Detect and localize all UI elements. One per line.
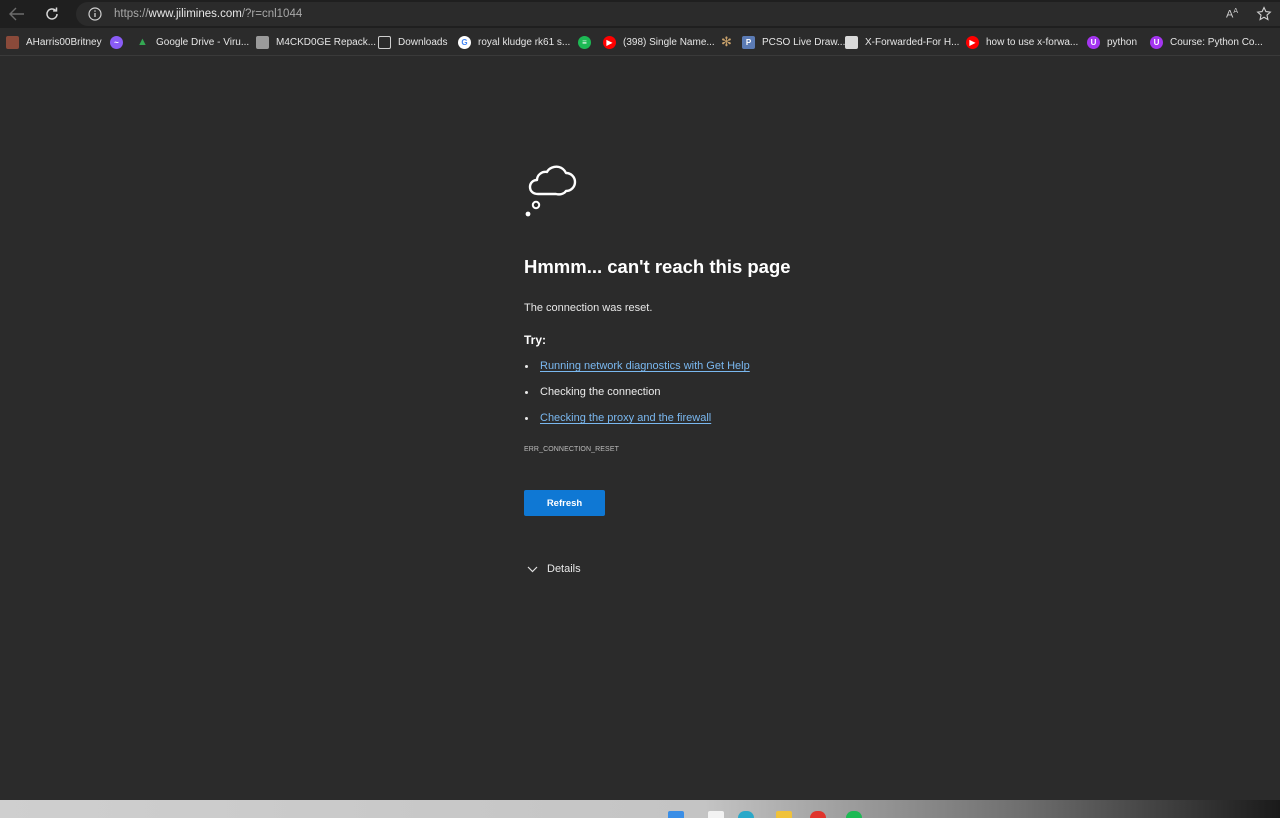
google-drive-icon: ▲ bbox=[137, 36, 148, 48]
site-icon bbox=[256, 35, 269, 49]
spotify-icon[interactable] bbox=[846, 811, 862, 818]
file-explorer-icon[interactable] bbox=[776, 811, 792, 818]
udemy-icon: U bbox=[1087, 35, 1100, 49]
favorite-label: Course: Python Co... bbox=[1170, 36, 1263, 48]
url-host: www.jilimines.com bbox=[148, 8, 242, 20]
suggestion-list: Running network diagnostics with Get Hel… bbox=[524, 356, 750, 434]
favorite-label: Google Drive - Viru... bbox=[156, 36, 250, 48]
suggestion-item: Checking the connection bbox=[524, 382, 750, 408]
favorite-item[interactable]: Groyal kludge rk61 s... bbox=[458, 34, 570, 50]
back-button[interactable] bbox=[6, 4, 28, 24]
favorite-label: (398) Single Name... bbox=[623, 36, 715, 48]
app-icon[interactable] bbox=[810, 811, 826, 818]
favorite-item[interactable]: M4CKD0GE Repack... bbox=[256, 34, 376, 50]
url-path: /?r=cnl1044 bbox=[241, 8, 303, 20]
favorite-item[interactable]: Upython bbox=[1087, 34, 1137, 50]
favorite-item[interactable]: ▲ Google Drive - Viru... bbox=[136, 34, 249, 50]
messenger-icon: ~ bbox=[110, 35, 123, 49]
pcso-icon: P bbox=[742, 35, 755, 49]
browser-toolbar: https://www.jilimines.com/?r=cnl1044 AA bbox=[0, 0, 1280, 28]
network-diagnostics-link[interactable]: Running network diagnostics with Get Hel… bbox=[540, 360, 750, 372]
reload-icon bbox=[46, 7, 58, 20]
udemy-icon: U bbox=[1150, 35, 1163, 49]
arrow-left-icon bbox=[9, 7, 24, 21]
favorites-bar: AHarris00Britney ~ ▲ Google Drive - Viru...… bbox=[0, 28, 1280, 56]
suggestion-item: Checking the proxy and the firewall bbox=[524, 408, 750, 434]
favorite-item[interactable]: ▶ how to use x-forwa... bbox=[966, 34, 1078, 50]
pattern-icon: ✻ bbox=[721, 34, 732, 49]
image-icon bbox=[845, 35, 858, 49]
favorite-item[interactable]: P PCSO Live Draw... bbox=[742, 34, 845, 50]
favorite-label: how to use x-forwa... bbox=[986, 36, 1079, 48]
favorite-item[interactable]: Downloads bbox=[378, 34, 447, 50]
details-label: Details bbox=[547, 563, 581, 575]
favorite-label: M4CKD0GE Repack... bbox=[276, 36, 377, 48]
favorite-label: Downloads bbox=[398, 36, 448, 48]
google-icon: G bbox=[458, 35, 471, 49]
thought-cloud-icon bbox=[525, 165, 577, 217]
document-icon bbox=[378, 35, 391, 49]
try-heading: Try: bbox=[524, 333, 547, 347]
read-aloud-icon[interactable]: AA bbox=[1226, 8, 1238, 21]
suggestion-item: Running network diagnostics with Get Hel… bbox=[524, 356, 750, 382]
favorite-label: royal kludge rk61 s... bbox=[478, 36, 571, 48]
favorite-item[interactable]: U Course: Python Co... bbox=[1150, 34, 1263, 50]
spotify-icon: ≡ bbox=[578, 35, 591, 49]
page-title: Hmmm... can't reach this page bbox=[524, 256, 791, 277]
favorite-item[interactable]: ✻ bbox=[720, 34, 740, 50]
url-text[interactable]: https://www.jilimines.com/?r=cnl1044 bbox=[114, 8, 302, 20]
chevron-down-icon bbox=[527, 566, 538, 572]
check-connection-text: Checking the connection bbox=[540, 386, 661, 398]
favorite-star-icon[interactable] bbox=[1256, 6, 1272, 22]
favorite-item[interactable]: ≡ bbox=[578, 34, 598, 50]
start-icon[interactable] bbox=[668, 811, 684, 818]
favorite-item[interactable]: ~ bbox=[110, 34, 130, 50]
youtube-icon: ▶ bbox=[966, 35, 979, 49]
url-scheme: https:// bbox=[114, 8, 149, 20]
taskbar bbox=[0, 800, 1280, 818]
reload-button[interactable] bbox=[41, 4, 63, 24]
error-description: The connection was reset. bbox=[524, 302, 653, 314]
favorite-label: PCSO Live Draw... bbox=[762, 36, 846, 48]
favorite-label: AHarris00Britney bbox=[26, 36, 102, 48]
person-photo-icon bbox=[6, 35, 19, 49]
favorite-item[interactable]: ▶ (398) Single Name... bbox=[603, 34, 715, 50]
proxy-firewall-link[interactable]: Checking the proxy and the firewall bbox=[540, 412, 711, 424]
info-icon[interactable] bbox=[88, 7, 102, 21]
search-icon[interactable] bbox=[708, 811, 724, 818]
details-toggle[interactable]: Details bbox=[527, 563, 581, 575]
favorite-label: X-Forwarded-For H... bbox=[865, 36, 960, 48]
favorite-item[interactable]: AHarris00Britney bbox=[6, 34, 102, 50]
favorite-label: python bbox=[1107, 36, 1138, 48]
youtube-icon: ▶ bbox=[603, 35, 616, 49]
address-bar[interactable]: https://www.jilimines.com/?r=cnl1044 AA bbox=[76, 2, 1280, 26]
refresh-button[interactable]: Refresh bbox=[524, 490, 605, 516]
favorite-item[interactable]: X-Forwarded-For H... bbox=[845, 34, 959, 50]
error-code: ERR_CONNECTION_RESET bbox=[524, 446, 619, 453]
edge-icon[interactable] bbox=[738, 811, 754, 818]
